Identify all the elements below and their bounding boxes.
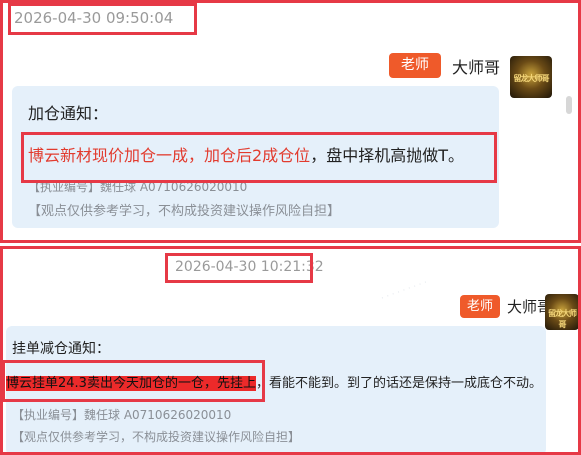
chat-panel-2: 2026-04-30 10:21:32 · · · · · · · · · 老师… — [0, 246, 581, 455]
avatar[interactable]: 留龙大师哥 — [510, 56, 552, 98]
scrollbar[interactable] — [566, 96, 572, 114]
message-title: 加仓通知： — [28, 104, 109, 123]
avatar[interactable]: 留龙大师哥 — [545, 294, 579, 330]
message-body-highlight: 博云新材现价加仓一成，加仓后2成仓位 — [28, 146, 311, 165]
message-bubble: 挂单减仓通知： 博云挂单24.3卖出今天加仓的一仓，先挂上，看能不能到。到了的话… — [6, 326, 546, 455]
message-body-rest: ，盘中择机高抛做T。 — [310, 146, 464, 165]
avatar-logo-text: 留龙大师哥 — [513, 73, 550, 83]
message-body-highlight: 博云挂单24.3卖出今天加仓的一仓，先挂上 — [6, 376, 256, 391]
message-body: 博云挂单24.3卖出今天加仓的一仓，先挂上，看能不能到。到了的话还是保持一成底仓… — [6, 372, 542, 391]
message-bubble: 加仓通知： 博云新材现价加仓一成，加仓后2成仓位，盘中择机高抛做T。 【执业编号… — [12, 86, 499, 228]
disclaimer-line: 【观点仅供参考学习，不构成投资建议操作风险自担】 — [28, 204, 341, 219]
license-line: 【执业编号】魏任球 A0710626020010 — [12, 408, 232, 422]
message-timestamp: 2026-04-30 10:21:32 — [175, 259, 324, 275]
teacher-badge: 老师 — [389, 53, 441, 78]
message-body: 博云新材现价加仓一成，加仓后2成仓位，盘中择机高抛做T。 — [28, 142, 464, 166]
chat-panel-1: 2026-04-30 09:50:04 老师 大师哥 留龙大师哥 加仓通知： 博… — [0, 0, 581, 243]
license-line: 【执业编号】魏任球 A0710626020010 — [28, 180, 248, 194]
message-timestamp: 2026-04-30 09:50:04 — [14, 9, 174, 27]
message-title: 挂单减仓通知： — [12, 341, 110, 357]
watermark: · · · · · · · · · — [379, 277, 429, 305]
avatar-logo-text: 留龙大师哥 — [548, 309, 577, 330]
disclaimer-line: 【观点仅供参考学习，不构成投资建议操作风险自担】 — [12, 430, 301, 444]
sender-name: 大师哥 — [452, 58, 501, 77]
message-body-rest: ，看能不能到。到了的话还是保持一成底仓不动。 — [255, 376, 542, 391]
teacher-badge: 老师 — [460, 295, 500, 318]
